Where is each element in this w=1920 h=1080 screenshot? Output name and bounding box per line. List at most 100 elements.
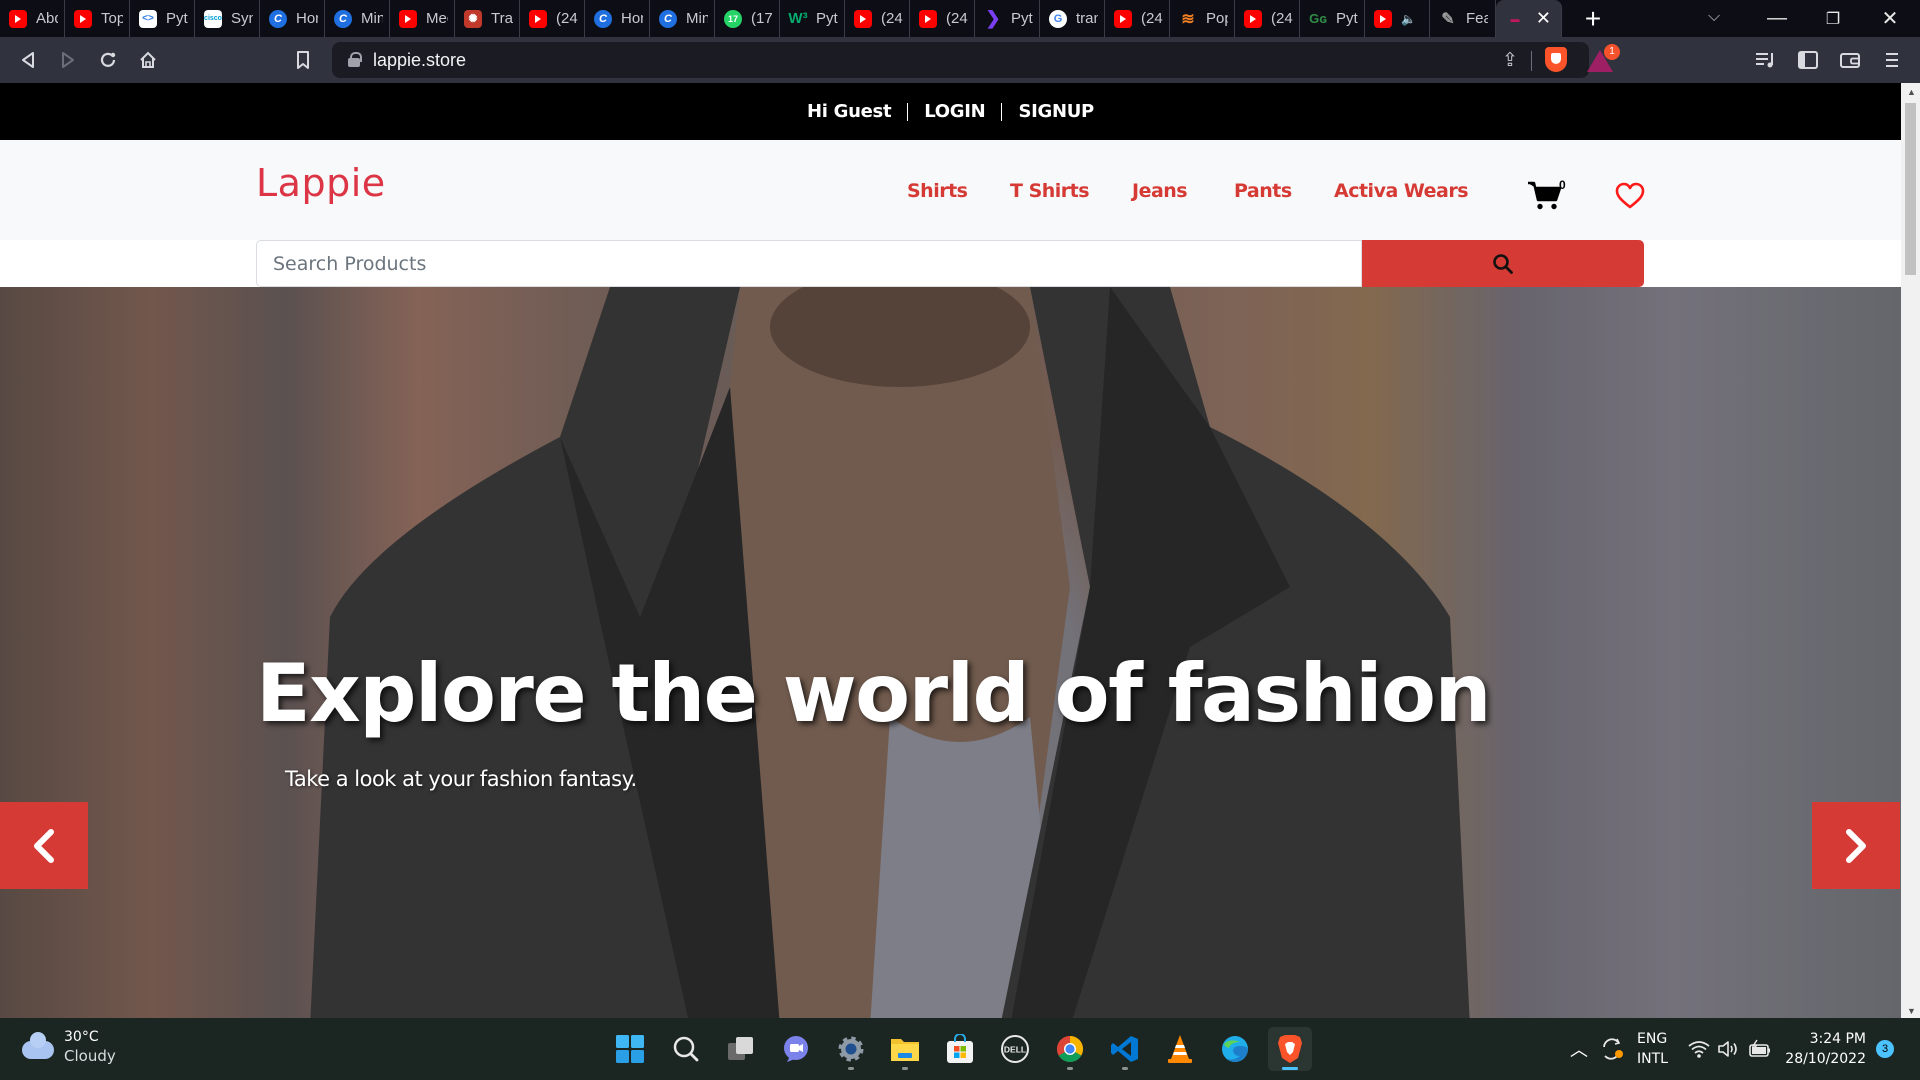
search-button[interactable]	[1362, 240, 1644, 287]
browser-tab[interactable]: C Hon	[585, 0, 650, 37]
settings-app[interactable]	[829, 1027, 873, 1071]
tab-active-lappie[interactable]: ▬ ✕	[1496, 0, 1562, 37]
nav-activa-wears[interactable]: Activa Wears	[1334, 180, 1469, 202]
url-text[interactable]: lappie.store	[373, 50, 466, 71]
close-tab-icon[interactable]: ✕	[1536, 8, 1551, 29]
nav-t-shirts[interactable]: T Shirts	[1010, 180, 1090, 202]
c-logo-icon: C	[334, 9, 352, 28]
start-button[interactable]	[608, 1027, 652, 1071]
browser-tab[interactable]: Top	[65, 0, 130, 37]
audio-playing-icon[interactable]: 🔈	[1401, 12, 1416, 26]
notification-badge[interactable]: 3	[1876, 1040, 1894, 1058]
playlist-button[interactable]	[1752, 46, 1780, 74]
tab-title: Sync	[231, 10, 253, 27]
browser-tab[interactable]: 🔈	[1365, 0, 1430, 37]
browser-tab[interactable]: W³ Pyth	[780, 0, 845, 37]
vscode-app[interactable]	[1103, 1027, 1147, 1071]
wifi-icon	[1688, 1041, 1710, 1058]
search-products-input[interactable]	[256, 240, 1362, 287]
tab-title: (17)	[751, 10, 773, 27]
home-button[interactable]	[134, 46, 162, 74]
sidebar-button[interactable]	[1794, 46, 1822, 74]
tab-title: Pyth	[166, 10, 188, 27]
nav-shirts[interactable]: Shirts	[907, 180, 968, 202]
bookmark-icon	[297, 51, 309, 69]
volume-button[interactable]	[1717, 1018, 1741, 1080]
browser-tab[interactable]: Gtran	[1040, 0, 1105, 37]
browser-tab[interactable]: Abd	[0, 0, 65, 37]
browser-tab[interactable]: ✎ Feat	[1430, 0, 1496, 37]
close-window-button[interactable]: ✕	[1862, 0, 1918, 37]
language-line1: ENG	[1637, 1031, 1668, 1047]
language-indicator[interactable]: ENG INTL	[1637, 1018, 1668, 1080]
browser-tab[interactable]: <> Pyth	[130, 0, 195, 37]
taskbar-search-button[interactable]	[664, 1027, 708, 1071]
browser-tab[interactable]: (24)	[910, 0, 975, 37]
signup-link[interactable]: SIGNUP	[1018, 101, 1094, 122]
file-explorer-app[interactable]	[883, 1027, 927, 1071]
lock-icon[interactable]	[348, 52, 362, 67]
clock-date: 28/10/2022	[1785, 1051, 1866, 1067]
browser-tab[interactable]: C Min	[650, 0, 715, 37]
back-button[interactable]	[14, 46, 42, 74]
wallet-button[interactable]	[1836, 46, 1864, 74]
edge-app[interactable]	[1213, 1027, 1257, 1071]
wishlist-heart-icon[interactable]	[1615, 182, 1645, 210]
wifi-button[interactable]	[1688, 1018, 1710, 1080]
tab-search-chevron-icon[interactable]: ⌵	[1708, 8, 1720, 26]
brave-app[interactable]	[1268, 1027, 1312, 1071]
dell-app[interactable]: DELL	[993, 1027, 1037, 1071]
minimize-button[interactable]: —	[1749, 0, 1805, 37]
browser-tab[interactable]: (24)	[1235, 0, 1300, 37]
share-icon[interactable]: ⇪	[1502, 49, 1518, 72]
hero-title: Explore the world of fashion	[256, 647, 1491, 740]
browser-tab[interactable]: (24)	[520, 0, 585, 37]
restore-button[interactable]: ❐	[1805, 0, 1861, 37]
scroll-up-arrow-icon[interactable]: ▲	[1907, 87, 1916, 97]
divider	[1001, 102, 1003, 121]
scrollbar-thumb[interactable]	[1905, 103, 1916, 275]
menu-button[interactable]	[1878, 46, 1906, 74]
brave-shields-icon[interactable]	[1545, 47, 1567, 72]
browser-tab[interactable]: 17 (17)	[715, 0, 780, 37]
browser-tab[interactable]: Mec	[390, 0, 455, 37]
forward-button[interactable]	[54, 46, 82, 74]
sync-status-button[interactable]	[1600, 1018, 1626, 1080]
browser-tab[interactable]: Gɢ Pyth	[1300, 0, 1365, 37]
carousel-next-button[interactable]	[1812, 802, 1900, 889]
tab-title: Abd	[36, 10, 58, 27]
show-hidden-icons-button[interactable]: ︿	[1570, 1018, 1588, 1080]
hero-carousel: Explore the world of fashion Take a look…	[0, 287, 1901, 1018]
browser-tab[interactable]: ❯ Pyth	[975, 0, 1040, 37]
bookmark-button[interactable]	[289, 46, 317, 74]
login-link[interactable]: LOGIN	[924, 101, 985, 122]
battery-button[interactable]	[1748, 1018, 1772, 1080]
site-logo[interactable]: Lappie	[256, 161, 386, 205]
address-bar[interactable]: lappie.store ⇪ 1	[332, 42, 1620, 78]
browser-tab[interactable]: ≋ Pop	[1170, 0, 1235, 37]
browser-tab[interactable]: (24)	[845, 0, 910, 37]
carousel-prev-button[interactable]	[0, 802, 88, 889]
new-tab-button[interactable]: +	[1578, 3, 1608, 35]
browser-tab[interactable]: cisco Sync	[195, 0, 260, 37]
chrome-app[interactable]	[1048, 1027, 1092, 1071]
browser-tab[interactable]: C Min	[325, 0, 390, 37]
task-view-button[interactable]	[719, 1027, 763, 1071]
scroll-down-arrow-icon[interactable]: ▼	[1907, 1006, 1916, 1016]
teams-chat-button[interactable]	[774, 1027, 818, 1071]
pycharm-icon: ❯	[985, 8, 1001, 28]
microsoft-store-app[interactable]	[938, 1027, 982, 1071]
page-scrollbar[interactable]: ▲ ▼	[1901, 83, 1920, 1018]
nav-pants[interactable]: Pants	[1234, 180, 1292, 202]
browser-tab[interactable]: C Hon	[260, 0, 325, 37]
clock[interactable]: 3:24 PM 28/10/2022	[1785, 1018, 1866, 1080]
dell-logo-icon: DELL	[1001, 1035, 1029, 1063]
browser-tab[interactable]: (24)	[1105, 0, 1170, 37]
weather-widget[interactable]: 30°C Cloudy	[22, 1028, 116, 1066]
reload-button[interactable]	[94, 46, 122, 74]
task-view-icon	[728, 1037, 753, 1060]
cart-icon[interactable]	[1527, 181, 1563, 211]
nav-jeans[interactable]: Jeans	[1132, 180, 1188, 202]
browser-tab[interactable]: ✺ Trai	[455, 0, 520, 37]
vlc-app[interactable]	[1158, 1027, 1202, 1071]
